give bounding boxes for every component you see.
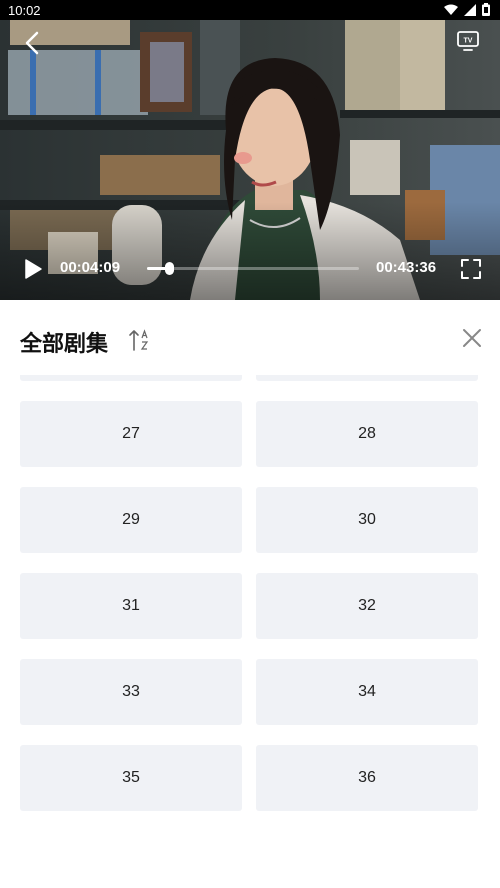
play-button[interactable] — [22, 258, 44, 280]
episode-tile[interactable]: 36 — [256, 745, 478, 811]
tv-cast-button[interactable]: TV — [456, 30, 480, 52]
seek-progress — [147, 267, 168, 270]
panel-title: 全部剧集 — [20, 332, 109, 357]
episode-tile[interactable]: 28 — [256, 401, 478, 467]
status-bar: 10:02 — [0, 0, 500, 20]
status-time: 10:02 — [8, 3, 41, 18]
episode-tile[interactable]: 30 — [256, 487, 478, 553]
fullscreen-icon — [461, 259, 481, 279]
back-button[interactable] — [20, 30, 46, 56]
episode-tile[interactable]: 32 — [256, 573, 478, 639]
fullscreen-button[interactable] — [460, 258, 482, 280]
total-time: 00:43:36 — [376, 259, 437, 276]
episode-grid: 27 28 29 30 31 32 33 34 35 36 — [20, 375, 478, 811]
svg-text:TV: TV — [464, 38, 473, 45]
close-button[interactable] — [461, 327, 483, 349]
episode-tile[interactable] — [20, 375, 242, 381]
signal-icon — [464, 3, 476, 16]
close-icon — [463, 329, 481, 347]
episode-tile[interactable] — [256, 375, 478, 381]
tv-cast-icon: TV — [457, 31, 479, 51]
status-icons — [444, 3, 490, 16]
sort-az-icon — [129, 329, 149, 351]
episode-tile[interactable]: 29 — [20, 487, 242, 553]
video-player[interactable]: TV 00:04:09 00:43:36 — [0, 20, 500, 300]
episode-tile[interactable]: 31 — [20, 573, 242, 639]
video-frame — [0, 20, 500, 300]
seek-bar[interactable] — [147, 262, 359, 275]
seek-thumb[interactable] — [165, 262, 175, 275]
episode-tile[interactable]: 27 — [20, 401, 242, 467]
sort-button[interactable] — [128, 328, 152, 352]
current-time: 00:04:09 — [60, 259, 121, 276]
episode-list[interactable]: 27 28 29 30 31 32 33 34 35 36 — [0, 375, 500, 888]
episode-tile[interactable]: 33 — [20, 659, 242, 725]
episode-panel-header: 全部剧集 — [0, 300, 500, 375]
episode-tile[interactable]: 34 — [256, 659, 478, 725]
battery-icon — [482, 3, 490, 16]
back-arrow-icon — [25, 31, 39, 55]
wifi-icon — [444, 4, 458, 15]
play-icon — [25, 259, 42, 279]
episode-tile[interactable]: 35 — [20, 745, 242, 811]
